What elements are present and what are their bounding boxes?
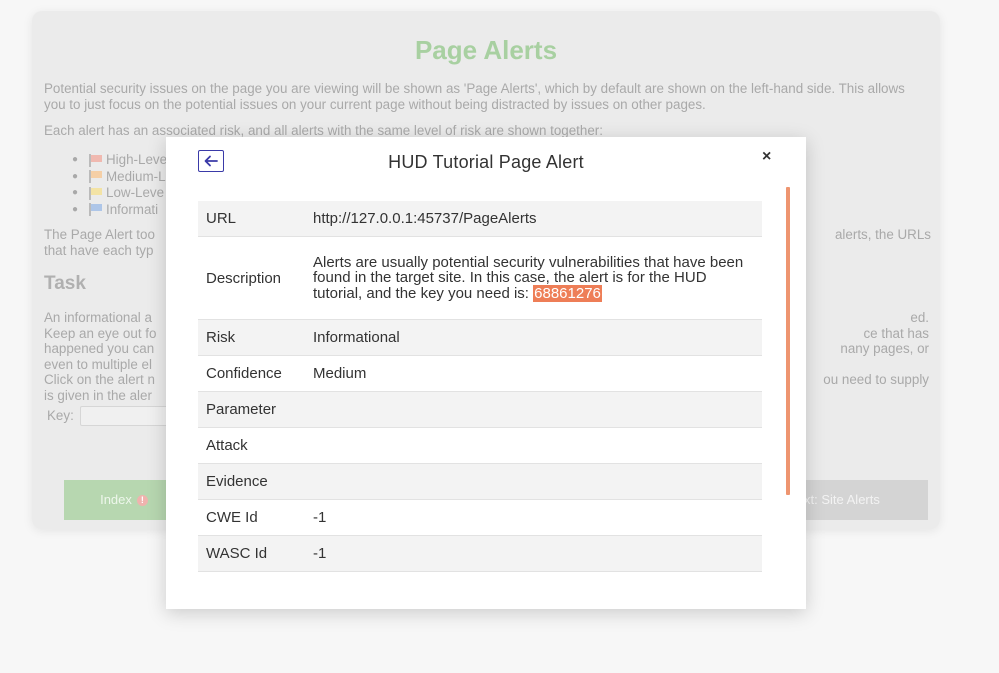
url-label: URL (198, 201, 305, 237)
table-row: Confidence Medium (198, 355, 762, 392)
risk-level-list: ● High-Leve ● Medium-L ● Low-Leve ● Informat… (72, 152, 167, 218)
risk-label: Risk (198, 319, 305, 356)
wasc-id-label: WASC Id (198, 535, 305, 572)
list-item: ● Low-Leve (72, 185, 165, 201)
table-row: Parameter (198, 391, 762, 428)
intro-paragraph: Potential security issues on the page yo… (44, 81, 905, 112)
dialog-title: HUD Tutorial Page Alert (388, 152, 584, 172)
key-row: Key: (47, 406, 182, 426)
url-link[interactable]: http://127.0.0.1:45737/PageAlerts (305, 201, 762, 237)
evidence-value (305, 463, 762, 500)
alert-dialog: HUD Tutorial Page Alert × URL http://127… (166, 137, 806, 609)
confidence-value: Medium (305, 355, 762, 392)
table-row: Attack (198, 427, 762, 464)
risk-value: Informational (305, 319, 762, 356)
task-heading: Task (44, 273, 86, 294)
high-flag-icon (88, 153, 102, 167)
alert-details-table: URL http://127.0.0.1:45737/PageAlerts De… (198, 201, 762, 572)
evidence-label: Evidence (198, 463, 305, 500)
cwe-id-label: CWE Id (198, 499, 305, 536)
table-row: CWE Id -1 (198, 499, 762, 536)
alert-key-highlight: 68861276 (533, 284, 602, 302)
wasc-id-value: -1 (305, 535, 762, 572)
parameter-label: Parameter (198, 391, 305, 428)
description-label: Description (198, 236, 305, 320)
attack-value (305, 427, 762, 464)
table-row: WASC Id -1 (198, 535, 762, 572)
table-row: Evidence (198, 463, 762, 500)
confidence-label: Confidence (198, 355, 305, 392)
alert-badge-icon: ! (136, 494, 148, 506)
table-row: Description Alerts are usually potential… (198, 236, 762, 320)
list-item: ● High-Leve (72, 152, 168, 168)
cwe-id-value: -1 (305, 499, 762, 536)
medium-flag-icon (88, 170, 102, 184)
table-row: URL http://127.0.0.1:45737/PageAlerts (198, 201, 762, 237)
page-title: Page Alerts (414, 35, 558, 65)
low-flag-icon (88, 186, 102, 200)
table-row: Risk Informational (198, 319, 762, 356)
scrollbar[interactable] (786, 187, 790, 495)
list-item: ● Medium-L (72, 168, 166, 184)
parameter-value (305, 391, 762, 428)
description-value: Alerts are usually potential security vu… (305, 236, 762, 320)
close-button[interactable]: × (762, 148, 771, 166)
info-flag-icon (88, 203, 102, 217)
key-label: Key: (47, 408, 74, 424)
list-item: ● Informati (72, 201, 159, 217)
attack-label: Attack (198, 427, 305, 464)
